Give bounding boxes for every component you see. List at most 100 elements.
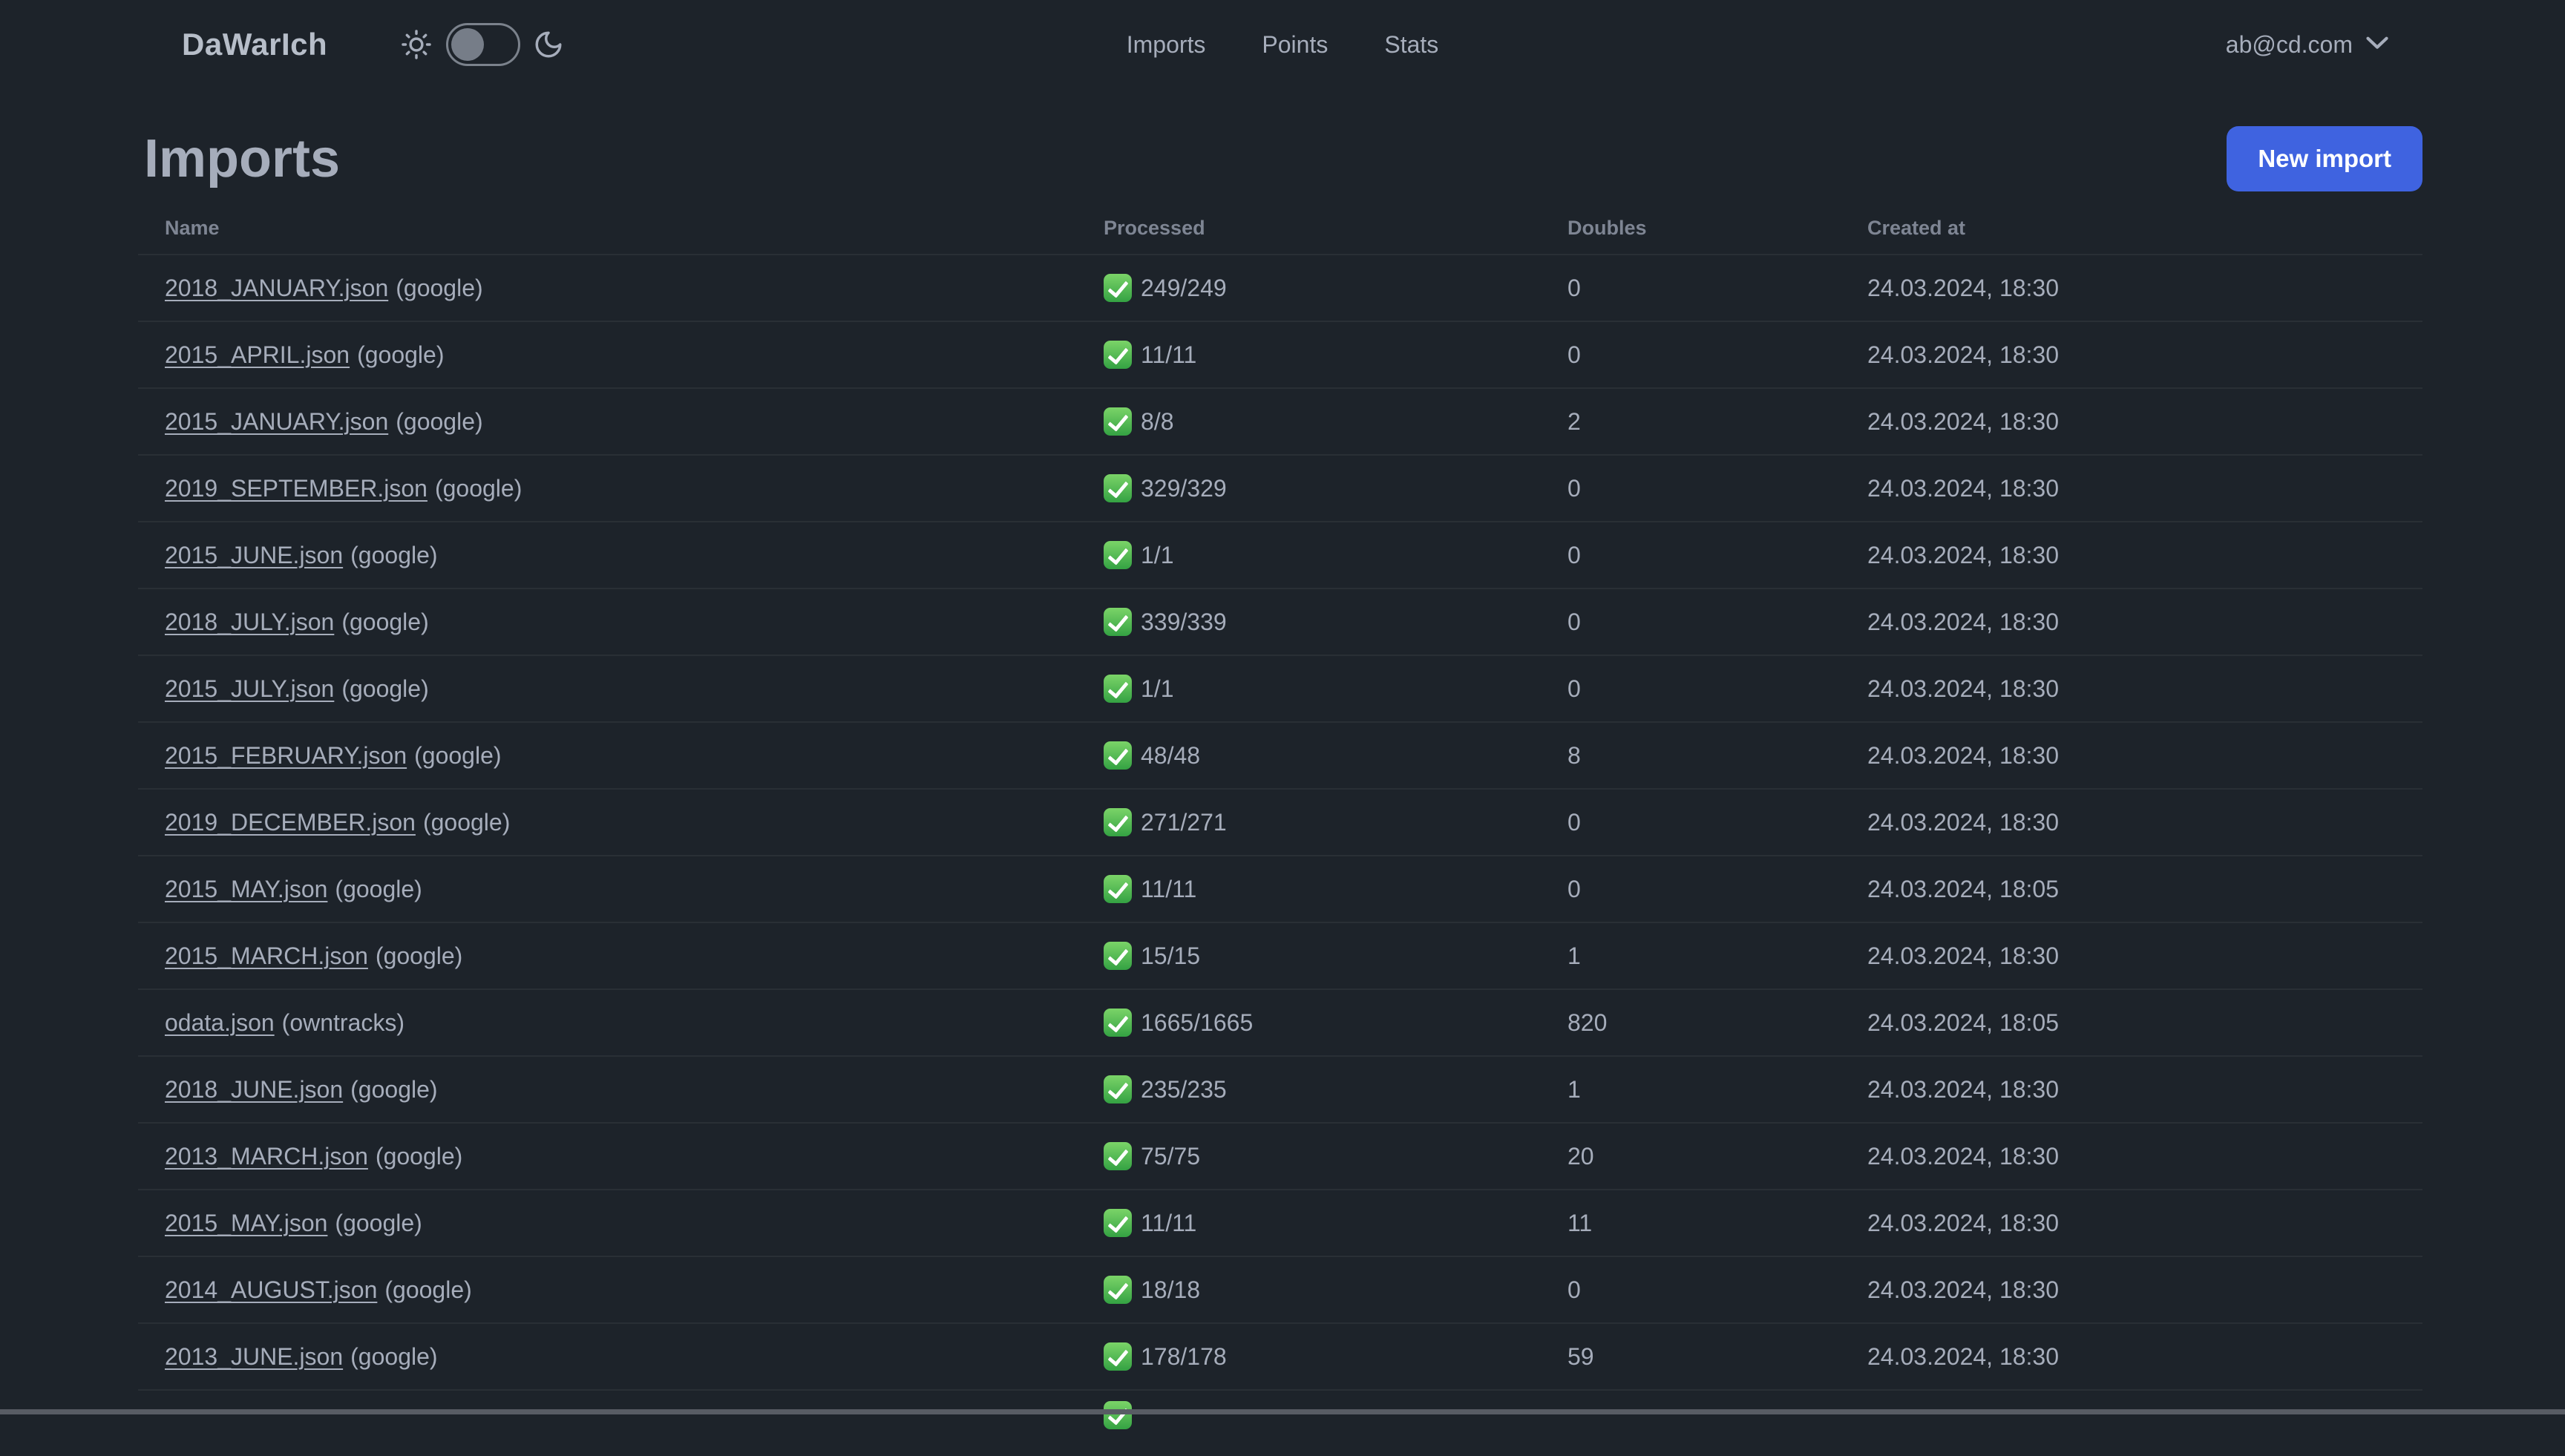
import-file-link[interactable]: 2019_SEPTEMBER.json	[165, 475, 428, 502]
page-title: Imports	[144, 129, 341, 188]
import-file-link[interactable]: 2015_APRIL.json	[165, 341, 350, 368]
processed-cell: 339/339	[1077, 608, 1541, 636]
processed-count: 1/1	[1141, 675, 1174, 702]
created-at: 24.03.2024, 18:30	[1867, 1142, 2060, 1170]
table-row: 2015_JULY.json (google) 1/1 0 24.03.2024,…	[138, 655, 2422, 721]
table-row: 2013_JUNE.json (google) 178/178 59 24.03.…	[138, 1322, 2422, 1389]
table-row: 2014_AUGUST.json (google) 18/18 0 24.03.2…	[138, 1256, 2422, 1322]
horizontal-scrollbar[interactable]	[0, 1409, 2565, 1414]
processed-count: 18/18	[1141, 1276, 1201, 1303]
created-at: 24.03.2024, 18:30	[1867, 274, 2060, 301]
doubles-count: 1	[1568, 942, 1581, 969]
processed-count: 11/11	[1141, 875, 1197, 902]
import-file-link[interactable]: 2018_JUNE.json	[165, 1076, 343, 1103]
import-file-link[interactable]: 2015_MAY.json	[165, 1210, 327, 1236]
doubles-count: 0	[1568, 608, 1581, 635]
check-icon	[1104, 1276, 1132, 1304]
doubles-count: 2	[1568, 407, 1581, 435]
doubles-count: 0	[1568, 675, 1581, 702]
processed-cell: 1/1	[1077, 675, 1541, 703]
processed-cell: 18/18	[1077, 1276, 1541, 1304]
processed-count: 271/271	[1141, 808, 1227, 836]
import-source: (google)	[422, 808, 511, 836]
doubles-count: 1	[1568, 1075, 1581, 1103]
import-file-link[interactable]: 2014_AUGUST.json	[165, 1276, 377, 1303]
check-icon	[1104, 741, 1132, 770]
check-icon	[1104, 274, 1132, 302]
import-file-link[interactable]: 2013_JUNE.json	[165, 1343, 343, 1370]
created-at: 24.03.2024, 18:30	[1867, 675, 2060, 702]
check-icon	[1104, 808, 1132, 836]
import-file-link[interactable]: 2015_MAY.json	[165, 876, 327, 902]
created-at: 24.03.2024, 18:30	[1867, 741, 2060, 769]
doubles-count: 0	[1568, 341, 1581, 368]
doubles-count: 820	[1568, 1009, 1608, 1036]
import-source: (google)	[350, 1075, 438, 1103]
processed-cell: 8/8	[1077, 407, 1541, 436]
processed-cell: 1/1	[1077, 541, 1541, 569]
table-row-partial	[138, 1389, 2422, 1456]
import-file-link[interactable]: 2013_MARCH.json	[165, 1143, 368, 1170]
imports-page: Imports New import Name Processed Double…	[138, 0, 2422, 1429]
table-row: 2019_DECEMBER.json (google) 271/271 0 24.…	[138, 788, 2422, 855]
check-icon	[1104, 942, 1132, 970]
table-row: 2015_MAY.json (google) 11/11 11 24.03.202…	[138, 1189, 2422, 1256]
import-source: (google)	[384, 1276, 472, 1303]
table-row: 2015_MARCH.json (google) 15/15 1 24.03.20…	[138, 922, 2422, 988]
table-row: 2019_SEPTEMBER.json (google) 329/329 0 24…	[138, 454, 2422, 521]
name-cell: 2015_APRIL.json (google)	[138, 341, 1077, 369]
name-cell: 2015_JUNE.json (google)	[138, 542, 1077, 569]
name-cell: 2014_AUGUST.json (google)	[138, 1276, 1077, 1304]
name-cell: odata.json (owntracks)	[138, 1009, 1077, 1037]
processed-count: 1/1	[1141, 541, 1174, 568]
import-file-link[interactable]: 2015_JULY.json	[165, 675, 334, 702]
doubles-count: 8	[1568, 741, 1581, 769]
import-file-link[interactable]: odata.json	[165, 1009, 275, 1036]
import-file-link[interactable]: 2015_JANUARY.json	[165, 408, 388, 435]
processed-cell: 235/235	[1077, 1075, 1541, 1104]
import-source: (google)	[341, 608, 429, 635]
created-at: 24.03.2024, 18:30	[1867, 1342, 2060, 1370]
doubles-count: 0	[1568, 474, 1581, 502]
table-row: 2015_JANUARY.json (google) 8/8 2 24.03.20…	[138, 387, 2422, 454]
table-row: odata.json (owntracks) 1665/1665 820 24.0…	[138, 988, 2422, 1055]
table-row: 2018_JUNE.json (google) 235/235 1 24.03.2…	[138, 1055, 2422, 1122]
name-cell: 2015_JANUARY.json (google)	[138, 408, 1077, 436]
processed-cell: 329/329	[1077, 474, 1541, 502]
name-cell: 2015_MAY.json (google)	[138, 1210, 1077, 1237]
table-row: 2018_JULY.json (google) 339/339 0 24.03.2…	[138, 588, 2422, 655]
import-file-link[interactable]: 2015_MARCH.json	[165, 942, 368, 969]
column-header-doubles: Doubles	[1568, 216, 1647, 239]
import-source: (owntracks)	[281, 1009, 405, 1036]
name-cell: 2013_MARCH.json (google)	[138, 1143, 1077, 1170]
processed-count: 178/178	[1141, 1342, 1227, 1370]
processed-count: 235/235	[1141, 1075, 1227, 1103]
check-icon	[1104, 1009, 1132, 1037]
processed-count: 8/8	[1141, 407, 1174, 435]
name-cell: 2013_JUNE.json (google)	[138, 1343, 1077, 1371]
import-file-link[interactable]: 2018_JULY.json	[165, 609, 334, 635]
doubles-count: 0	[1568, 875, 1581, 902]
import-file-link[interactable]: 2019_DECEMBER.json	[165, 809, 416, 836]
check-icon	[1104, 341, 1132, 369]
table-row: 2015_FEBRUARY.json (google) 48/48 8 24.03…	[138, 721, 2422, 788]
import-source: (google)	[335, 1209, 422, 1236]
new-import-button[interactable]: New import	[2227, 126, 2422, 191]
import-file-link[interactable]: 2015_FEBRUARY.json	[165, 742, 407, 769]
column-header-name: Name	[165, 216, 220, 239]
doubles-count: 0	[1568, 1276, 1581, 1303]
column-header-processed: Processed	[1104, 216, 1205, 239]
name-cell: 2015_MARCH.json (google)	[138, 942, 1077, 970]
doubles-count: 0	[1568, 274, 1581, 301]
import-file-link[interactable]: 2018_JANUARY.json	[165, 275, 388, 301]
processed-count: 75/75	[1141, 1142, 1201, 1170]
table-header: Name Processed Doubles Created at	[138, 202, 2422, 254]
processed-count: 339/339	[1141, 608, 1227, 635]
import-file-link[interactable]: 2015_JUNE.json	[165, 542, 343, 568]
import-source: (google)	[434, 474, 522, 502]
import-source: (google)	[375, 942, 463, 969]
name-cell: 2015_FEBRUARY.json (google)	[138, 742, 1077, 770]
processed-cell: 271/271	[1077, 808, 1541, 836]
processed-cell: 11/11	[1077, 875, 1541, 903]
processed-cell: 178/178	[1077, 1342, 1541, 1371]
